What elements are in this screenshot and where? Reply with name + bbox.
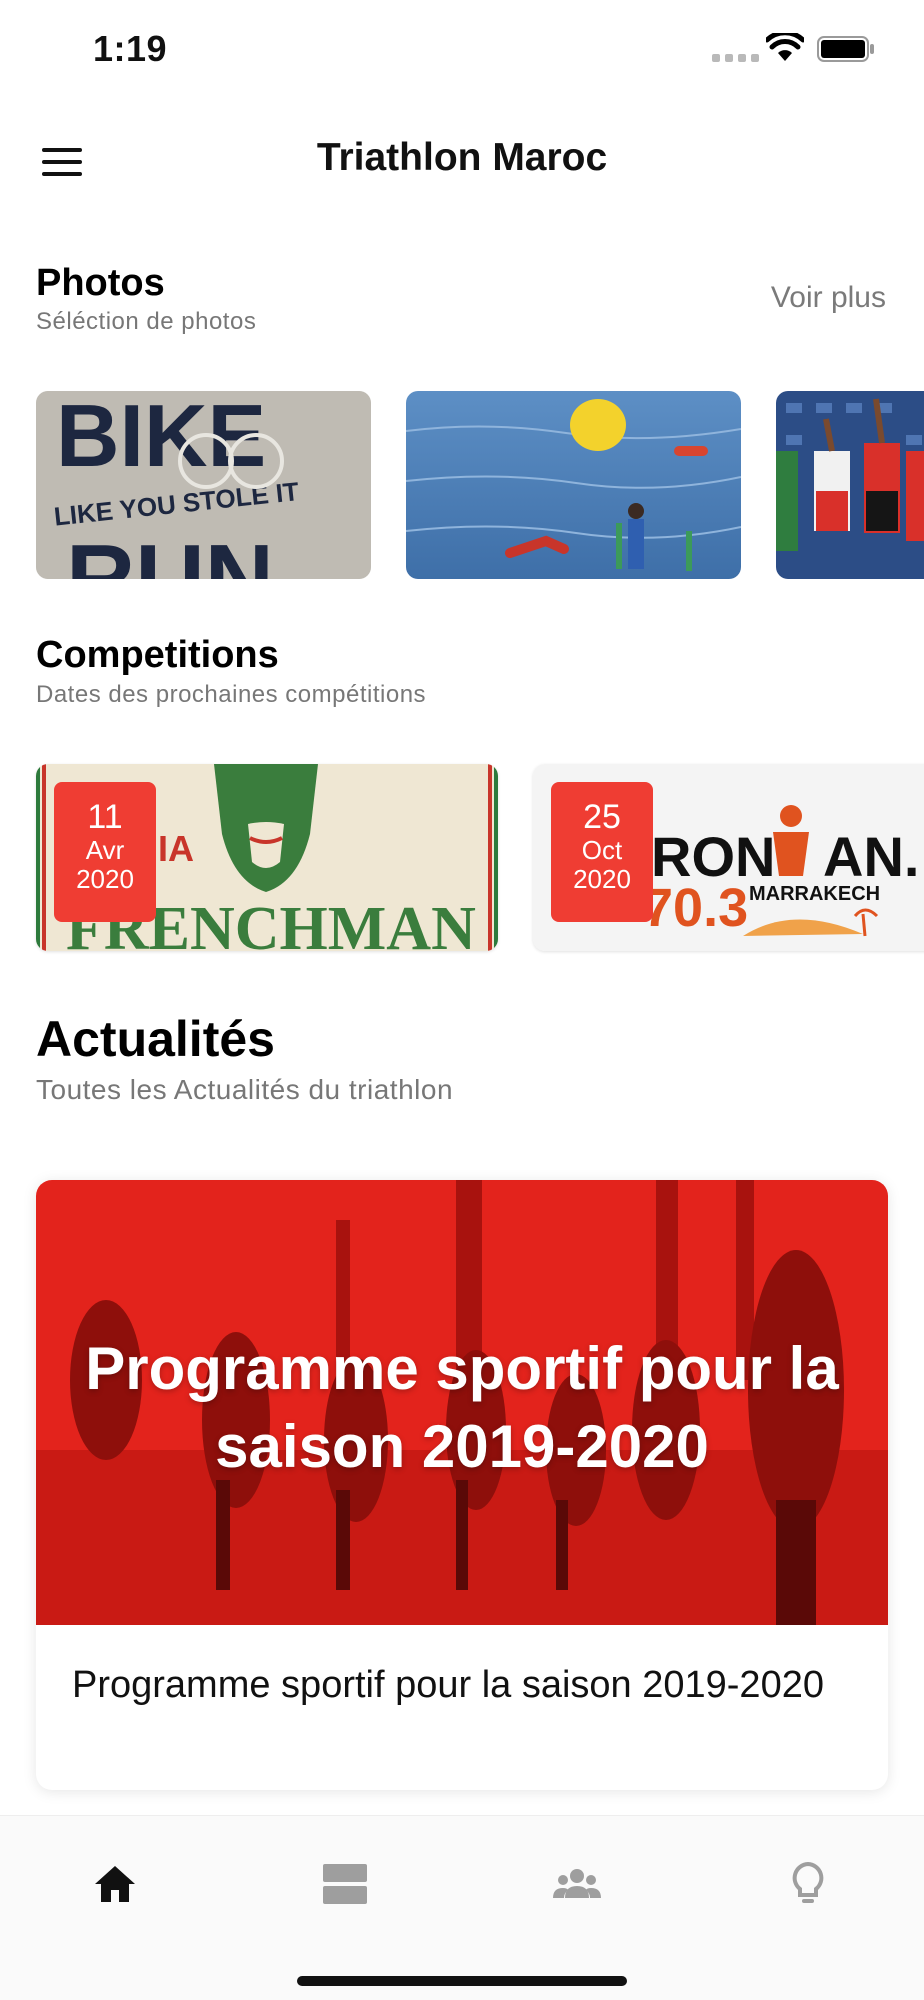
svg-text:RUN: RUN: [66, 525, 274, 579]
competition-card[interactable]: RON AN. 70.3 MARRAKECH 25 Oct 2020: [533, 764, 924, 951]
date-month: Oct: [581, 835, 623, 865]
list-icon: [323, 1864, 367, 1904]
app-header: Triathlon Maroc: [0, 100, 924, 220]
date-badge: 11 Avr 2020: [54, 782, 156, 922]
photo-thumbnail[interactable]: [406, 391, 741, 579]
battery-icon: [817, 36, 874, 62]
date-year: 2020: [76, 864, 134, 894]
page-title: Triathlon Maroc: [316, 136, 608, 179]
tab-list[interactable]: [315, 1854, 375, 1914]
home-indicator: [297, 1976, 627, 1986]
competitions-section-title: Competitions: [36, 634, 279, 676]
date-year: 2020: [573, 864, 631, 894]
svg-text:BIKE: BIKE: [56, 391, 266, 485]
podium-image: [776, 391, 924, 579]
date-month: Avr: [85, 835, 125, 865]
group-icon: [553, 1869, 601, 1898]
news-title: Programme sportif pour la saison 2019-20…: [72, 1664, 824, 1706]
app-screen: 1:19 Triathlon Maroc Photos Séléction de…: [0, 0, 924, 2000]
bike-run-shirt-image: BIKE LIKE YOU STOLE IT RUN: [36, 391, 371, 579]
signal-dots-icon: [712, 54, 759, 62]
svg-text:IA: IA: [158, 828, 194, 869]
tab-home[interactable]: [85, 1854, 145, 1914]
tab-tips[interactable]: [778, 1854, 838, 1914]
news-section-subtitle: Toutes les Actualités du triathlon: [36, 1074, 454, 1105]
photo-thumbnail[interactable]: [776, 391, 924, 579]
news-card[interactable]: Programme sportif pour la saison 2019-20…: [36, 1180, 888, 1790]
status-time: 1:19: [93, 28, 168, 69]
wifi-icon: [766, 33, 804, 61]
photo-thumbnail[interactable]: BIKE LIKE YOU STOLE IT RUN: [36, 391, 371, 579]
competitions-section-subtitle: Dates des prochaines compétitions: [36, 681, 427, 708]
swim-buoy-image: [406, 391, 741, 579]
home-icon: [95, 1866, 135, 1902]
date-day: 25: [583, 798, 621, 836]
tab-group[interactable]: [547, 1854, 607, 1914]
competition-card[interactable]: IA FRENCHMAN 11 Avr 2020: [36, 764, 498, 951]
photos-section-title: Photos: [36, 262, 165, 304]
see-more-link[interactable]: Voir plus: [771, 281, 886, 315]
photos-section-subtitle: Séléction de photos: [36, 308, 257, 335]
news-section-title: Actualités: [36, 1011, 275, 1067]
lightbulb-icon: [792, 1861, 824, 1903]
svg-text:AN.: AN.: [823, 825, 919, 888]
svg-text:MARRAKECH: MARRAKECH: [749, 883, 880, 905]
status-bar: 1:19: [0, 0, 924, 100]
date-day: 11: [87, 798, 123, 836]
date-badge: 25 Oct 2020: [551, 782, 653, 922]
bottom-nav: [0, 1815, 924, 2000]
svg-text:70.3: 70.3: [643, 878, 748, 938]
news-image: Programme sportif pour la saison 2019-20…: [36, 1180, 888, 1625]
news-image-caption: Programme sportif pour la saison 2019-20…: [85, 1335, 839, 1480]
